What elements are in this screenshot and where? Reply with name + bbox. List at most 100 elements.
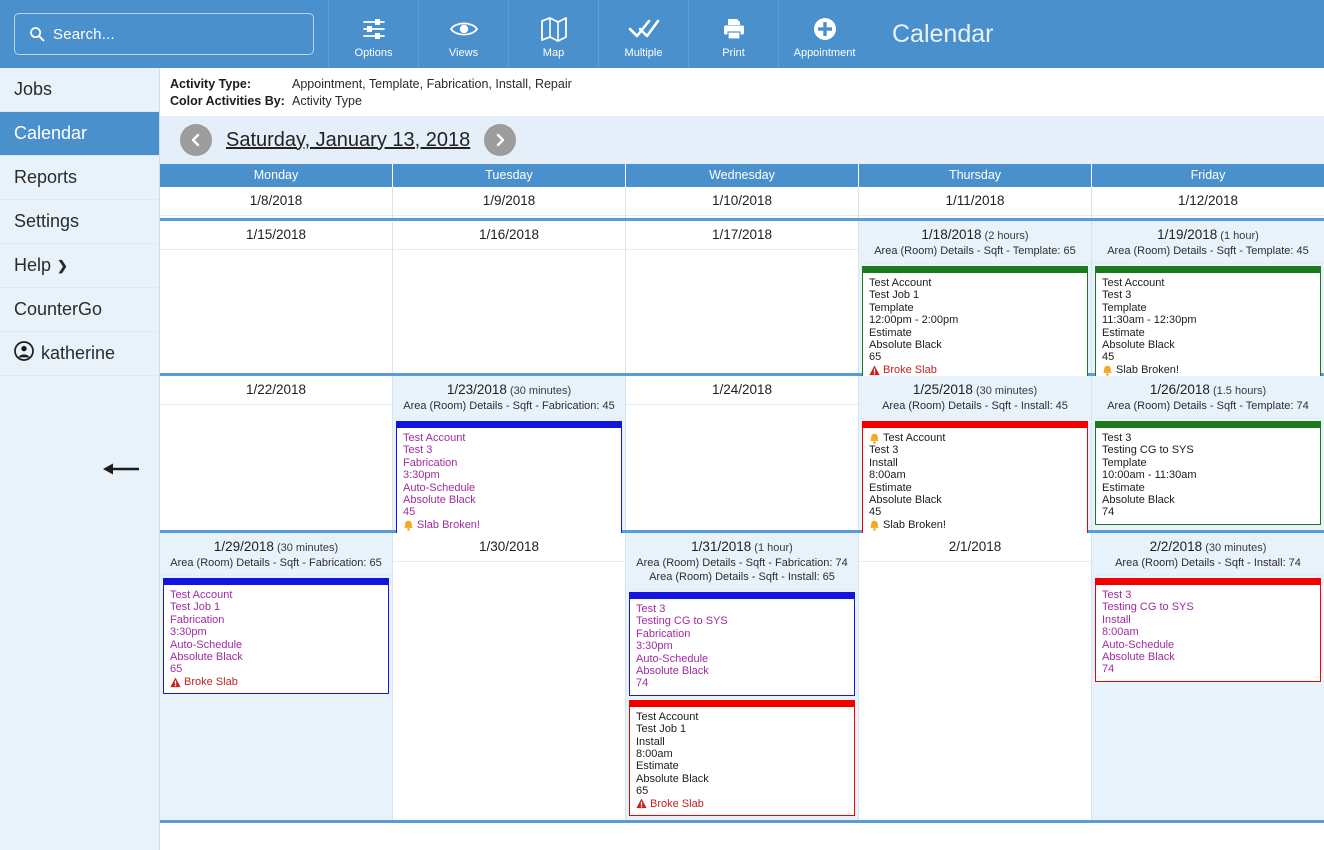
event-line: 74 (1102, 506, 1115, 519)
calendar-day-cell[interactable]: 1/12/2018 (1092, 187, 1324, 218)
day-number-header: 1/19/2018 (1 hour) Area (Room) Details - … (1092, 221, 1324, 264)
event-line: Test Account (636, 710, 699, 723)
event-line: 8:00am (636, 748, 673, 761)
event-line: 3:30pm (403, 469, 440, 482)
calendar-day-cell[interactable]: 2/1/2018 (859, 533, 1092, 820)
calendar-day-cell[interactable]: 1/31/2018 (1 hour) Area (Room) Details - … (626, 533, 859, 820)
calendar-week-row: 1/8/2018 1/9/2018 1/10/2018 1/11/2018 1/12/2… (160, 187, 1324, 221)
appointment-button[interactable]: Appointment (778, 0, 870, 68)
event-line: 45 (869, 506, 882, 519)
event-line: Template (1102, 301, 1147, 314)
day-duration: (2 hours) (981, 230, 1029, 242)
calendar-event-card[interactable]: Test Account Test Job 1 Fabrication 3:30pm A… (163, 578, 389, 695)
sidebar-item-reports[interactable]: Reports (0, 156, 159, 200)
calendar-day-cell[interactable]: 1/16/2018 (393, 221, 626, 373)
search-input[interactable]: Search... (14, 13, 314, 55)
calendar-day-cell[interactable]: 1/22/2018 (160, 376, 393, 530)
calendar-day-cell[interactable]: 1/17/2018 (626, 221, 859, 373)
multiple-button[interactable]: Multiple (598, 0, 688, 68)
event-line: Auto-Schedule (170, 638, 243, 651)
calendar-day-cell[interactable]: 1/26/2018 (1.5 hours) Area (Room) Details… (1092, 376, 1324, 530)
date-navigation-bar: Saturday, January 13, 2018 (160, 116, 1324, 164)
calendar-day-cell[interactable]: 1/18/2018 (2 hours) Area (Room) Details -… (859, 221, 1092, 383)
event-alert: Broke Slab (170, 676, 382, 688)
day-duration: (1 hour) (1217, 230, 1259, 242)
activity-type-line: Activity Type: Appointment, Template, Fa… (170, 76, 1324, 93)
sidebar-item-jobs[interactable]: Jobs (0, 68, 159, 112)
previous-date-button[interactable] (180, 124, 212, 156)
current-date-title[interactable]: Saturday, January 13, 2018 (226, 129, 470, 152)
day-date: 1/30/2018 (478, 539, 540, 554)
day-body (626, 250, 858, 373)
bell-icon (403, 520, 414, 531)
calendar-event-card[interactable]: Test Account Test Job 1 Template 12:00pm - … (862, 266, 1088, 383)
sidebar-item-settings[interactable]: Settings (0, 200, 159, 244)
sidebar-item-user[interactable]: katherine (0, 332, 159, 376)
calendar-event-card[interactable]: Test Account Test Job 1 Install 8:00am Estim… (629, 699, 855, 817)
day-header-tuesday: Tuesday (393, 164, 626, 187)
next-date-button[interactable] (484, 124, 517, 156)
event-line: Test Account (1102, 277, 1165, 289)
map-button[interactable]: Map (508, 0, 598, 68)
calendar-event-card[interactable]: Test Account Test 3 Install 8:00am Estimate A… (862, 421, 1088, 538)
sidebar: Jobs Calendar Reports Settings Help ❯ Co… (0, 68, 160, 850)
calendar-day-cell[interactable]: 1/25/2018 (30 minutes) Area (Room) Detail… (859, 376, 1092, 538)
warning-triangle-icon (170, 677, 181, 688)
day-number-header: 1/18/2018 (2 hours) Area (Room) Details -… (859, 221, 1091, 264)
calendar-day-cell[interactable]: 2/2/2018 (30 minutes) Area (Room) Details… (1092, 533, 1324, 820)
calendar-day-cell[interactable]: 1/23/2018 (30 minutes) Area (Room) Detail… (393, 376, 626, 538)
event-line-text: Test Account (883, 432, 946, 444)
day-body: Test Account Test 3 Template 11:30am - 12:3… (1092, 264, 1324, 383)
event-line: Test Account (869, 432, 1081, 444)
activity-type-label: Activity Type: (170, 77, 252, 91)
calendar-event-card[interactable]: Test 3 Testing CG to SYS Install 8:00am Auto… (1095, 578, 1321, 682)
sidebar-item-label: CounterGo (14, 299, 103, 319)
day-header-friday: Friday (1190, 168, 1226, 182)
sidebar-item-countergo[interactable]: CounterGo (0, 288, 159, 332)
calendar-day-cell[interactable]: 1/24/2018 (626, 376, 859, 530)
calendar-day-cell[interactable]: 1/9/2018 (393, 187, 626, 218)
day-number-header: 1/12/2018 (1092, 187, 1324, 216)
event-line: Absolute Black (869, 339, 942, 352)
calendar-day-cell[interactable]: 1/10/2018 (626, 187, 859, 218)
calendar-day-cell[interactable]: 1/30/2018 (393, 533, 626, 820)
sidebar-item-calendar[interactable]: Calendar (0, 112, 159, 156)
appointment-button-label: Appointment (793, 46, 856, 59)
page-title: Calendar (892, 19, 994, 48)
print-button[interactable]: Print (688, 0, 778, 68)
calendar-day-cell[interactable]: 1/19/2018 (1 hour) Area (Room) Details - … (1092, 221, 1324, 383)
event-alert-text: Slab Broken! (883, 518, 946, 531)
event-line: Estimate (636, 760, 679, 773)
calendar-day-cell[interactable]: 1/29/2018 (30 minutes) Area (Room) Detail… (160, 533, 393, 820)
calendar-event-card[interactable]: Test Account Test 3 Template 11:30am - 12:3… (1095, 266, 1321, 383)
day-body: Test Account Test 3 Fabrication 3:30pm Auto-… (393, 419, 625, 538)
sidebar-item-help[interactable]: Help ❯ (0, 244, 159, 288)
calendar-day-cell[interactable]: 1/8/2018 (160, 187, 393, 218)
options-button[interactable]: Options (328, 0, 418, 68)
sidebar-item-label: Reports (14, 167, 78, 187)
event-line: Estimate (869, 481, 912, 494)
sidebar-item-label: Settings (14, 211, 80, 231)
event-line: 3:30pm (170, 626, 207, 639)
left-arrow-icon[interactable] (101, 460, 141, 478)
day-number-header: 1/23/2018 (30 minutes) Area (Room) Detail… (393, 376, 625, 419)
plus-circle-icon (812, 14, 838, 44)
day-body (160, 250, 392, 373)
day-date: 1/29/2018 (213, 539, 274, 554)
calendar-day-cell[interactable]: 1/11/2018 (859, 187, 1092, 218)
calendar-day-headers: Monday Tuesday Wednesday Thursday Friday (160, 164, 1324, 187)
calendar-event-card[interactable]: Test 3 Testing CG to SYS Template 10:00am -… (1095, 421, 1321, 525)
day-date: 1/31/2018 (691, 539, 752, 554)
day-number-header: 1/17/2018 (626, 221, 858, 250)
day-body (393, 250, 625, 373)
calendar-day-cell[interactable]: 1/15/2018 (160, 221, 393, 373)
event-line: Template (1102, 456, 1147, 469)
event-line: 74 (1102, 663, 1115, 676)
calendar-event-card[interactable]: Test 3 Testing CG to SYS Fabrication 3:30pm… (629, 592, 855, 696)
views-button[interactable]: Views (418, 0, 508, 68)
day-number-header: 1/26/2018 (1.5 hours) Area (Room) Details… (1092, 376, 1324, 419)
multiple-button-label: Multiple (624, 46, 663, 59)
event-line: 65 (636, 785, 649, 798)
event-line: Test 3 (869, 444, 899, 457)
calendar-event-card[interactable]: Test Account Test 3 Fabrication 3:30pm Auto-… (396, 421, 622, 538)
